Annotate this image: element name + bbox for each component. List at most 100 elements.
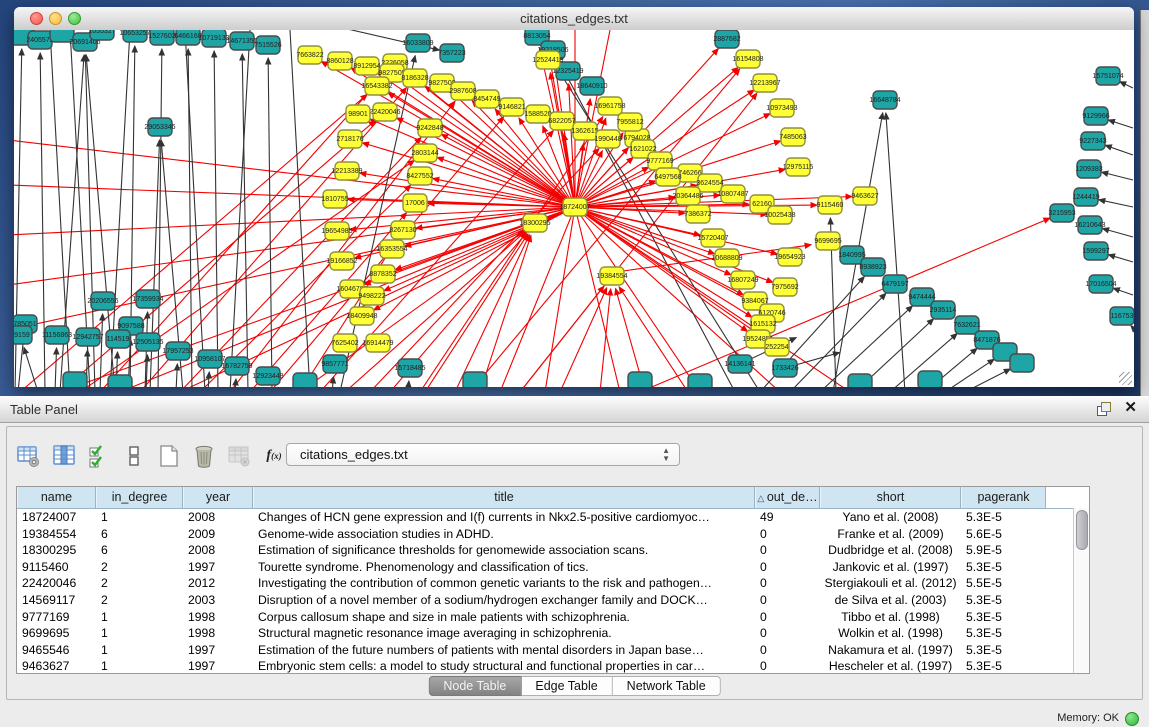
graph-node[interactable]: 10025438 [764, 206, 795, 224]
graph-node[interactable]: 17016504 [1085, 275, 1116, 293]
tab-edge-table[interactable]: Edge Table [521, 676, 612, 696]
graph-node[interactable]: 16154808 [732, 50, 763, 68]
graph-node[interactable]: 16807249 [727, 271, 758, 289]
graph-node[interactable]: 7955812 [616, 113, 643, 131]
network-view-window[interactable]: citations_edges.txt 18724007240557220691… [14, 7, 1134, 387]
graph-node[interactable]: 9146821 [498, 98, 525, 116]
table-column-icon[interactable] [50, 442, 78, 470]
graph-node[interactable]: 17359934 [132, 290, 163, 308]
graph-node[interactable]: 9857771 [321, 355, 348, 373]
graph-node[interactable]: 7625402 [331, 334, 358, 352]
graph-node[interactable]: 3215953 [1048, 204, 1075, 222]
graph-node[interactable]: 9699695 [814, 232, 841, 250]
table-row[interactable]: 2242004622012Investigating the contribut… [17, 575, 1089, 592]
graph-node[interactable]: 7663822 [296, 46, 323, 64]
graph-node[interactable]: 8186328 [401, 69, 428, 87]
graph-node[interactable]: 9227343 [1079, 132, 1106, 150]
graph-node[interactable] [1010, 354, 1034, 372]
graph-node[interactable]: 8938923 [859, 258, 886, 276]
graph-node[interactable]: 20364486 [672, 187, 703, 205]
graph-node[interactable]: 6479197 [881, 275, 908, 293]
graph-node[interactable]: 10807487 [717, 185, 748, 203]
table-row[interactable]: 969969511998Structural magnetic resonanc… [17, 625, 1089, 642]
graph-node[interactable]: 10688809 [711, 249, 742, 267]
graph-node[interactable]: 1244419 [1072, 188, 1099, 206]
tab-node-table[interactable]: Node Table [428, 676, 521, 696]
graph-node[interactable]: 98901 [346, 105, 370, 123]
graph-node[interactable]: 15751074 [1092, 67, 1123, 85]
graph-node[interactable] [293, 373, 317, 387]
window-titlebar[interactable]: citations_edges.txt [14, 7, 1134, 31]
graph-node[interactable]: 20206556 [87, 292, 118, 310]
graph-node[interactable]: 114519 [106, 330, 130, 348]
trash-icon[interactable] [190, 442, 218, 470]
column-header-year[interactable]: year [183, 487, 253, 508]
graph-node[interactable]: 1599297 [1082, 242, 1109, 260]
graph-node[interactable]: 7357223 [438, 44, 465, 62]
graph-node[interactable]: 16648784 [869, 91, 900, 109]
graph-node[interactable]: 12942757 [72, 328, 103, 346]
float-panel-icon[interactable] [1097, 402, 1111, 416]
graph-node[interactable]: 2718176 [336, 130, 363, 148]
graph-node[interactable]: 19166852 [326, 252, 357, 270]
scrollbar-thumb[interactable] [1076, 510, 1088, 550]
graph-node[interactable]: 2887682 [713, 30, 740, 48]
graph-node[interactable]: 12975115 [783, 158, 814, 176]
graph-node[interactable] [463, 372, 487, 387]
function-builder-icon[interactable]: f(x) [260, 442, 288, 470]
graph-node[interactable]: 1055327 [88, 30, 115, 40]
graph-node[interactable]: 18409948 [346, 307, 377, 325]
rows-icon[interactable] [120, 442, 148, 470]
column-header-in_degree[interactable]: in_degree [96, 487, 183, 508]
graph-node[interactable]: 8860128 [326, 52, 353, 70]
graph-node[interactable]: 2803144 [411, 144, 438, 162]
vertical-scrollbar[interactable] [1073, 508, 1089, 673]
tab-network-table[interactable]: Network Table [613, 676, 721, 696]
table-row[interactable]: 977716911998Corpus callosum shape and si… [17, 609, 1089, 626]
graph-node[interactable] [628, 372, 652, 387]
column-header-title[interactable]: title [253, 487, 755, 508]
table-row[interactable]: 1938455462009Genome-wide association stu… [17, 526, 1089, 543]
graph-node[interactable] [63, 372, 87, 387]
graph-node[interactable]: 18640910 [576, 77, 607, 95]
graph-node[interactable]: 9498222 [358, 287, 385, 305]
graph-node[interactable]: 29053346 [144, 118, 175, 136]
graph-node[interactable]: 17957253 [162, 342, 193, 360]
memory-status-indicator[interactable] [1125, 712, 1139, 726]
graph-node[interactable]: 12923448 [252, 367, 283, 385]
graph-node[interactable]: 10973493 [766, 99, 797, 117]
graph-node[interactable]: 14136141 [724, 355, 755, 373]
graph-node[interactable]: 7386372 [684, 205, 711, 223]
graph-node[interactable]: 7485063 [779, 128, 806, 146]
column-header-short[interactable]: short [820, 487, 961, 508]
table-select-dropdown[interactable]: citations_edges.txt ▲▼ [286, 443, 680, 466]
table-row[interactable]: 911546021997Tourette syndrome. Phenomeno… [17, 559, 1089, 576]
graph-node[interactable]: 1990448 [594, 130, 621, 148]
graph-node[interactable]: 1527602 [148, 30, 175, 45]
table-row[interactable]: 1872400712008Changes of HCN gene express… [17, 509, 1089, 526]
graph-node[interactable]: 3624554 [696, 174, 723, 192]
table-row[interactable]: 946362711997Embryonic stem cells: a mode… [17, 658, 1089, 675]
column-header-name[interactable]: name [17, 487, 96, 508]
graph-node[interactable]: 7515526 [254, 36, 281, 54]
graph-node[interactable]: 10719133 [198, 30, 229, 47]
graph-node[interactable]: 252254 [765, 338, 789, 356]
graph-node[interactable]: 7975692 [771, 278, 798, 296]
graph-node[interactable]: 11156863 [42, 326, 72, 344]
graph-node[interactable]: 18300295 [519, 214, 550, 232]
table-row[interactable]: 946554611997Estimation of the future num… [17, 642, 1089, 659]
graph-node[interactable]: 8267130 [389, 221, 416, 239]
new-file-icon[interactable] [155, 442, 183, 470]
column-header-out_de[interactable]: △ out_de… [755, 487, 820, 508]
window-resize-grip[interactable] [1119, 372, 1132, 385]
graph-node[interactable]: 16543382 [361, 77, 392, 95]
graph-node[interactable]: 12213967 [749, 74, 780, 92]
graph-node[interactable]: 9115460 [817, 196, 844, 214]
column-header-pagerank[interactable]: pagerank [961, 487, 1046, 508]
graph-node[interactable]: 19384554 [596, 267, 627, 285]
graph-node[interactable] [688, 374, 712, 387]
graph-node[interactable]: 8454749 [473, 90, 500, 108]
select-columns-icon[interactable] [85, 442, 113, 470]
graph-node[interactable]: 16914479 [362, 334, 393, 352]
graph-node[interactable]: 22420046 [369, 103, 400, 121]
